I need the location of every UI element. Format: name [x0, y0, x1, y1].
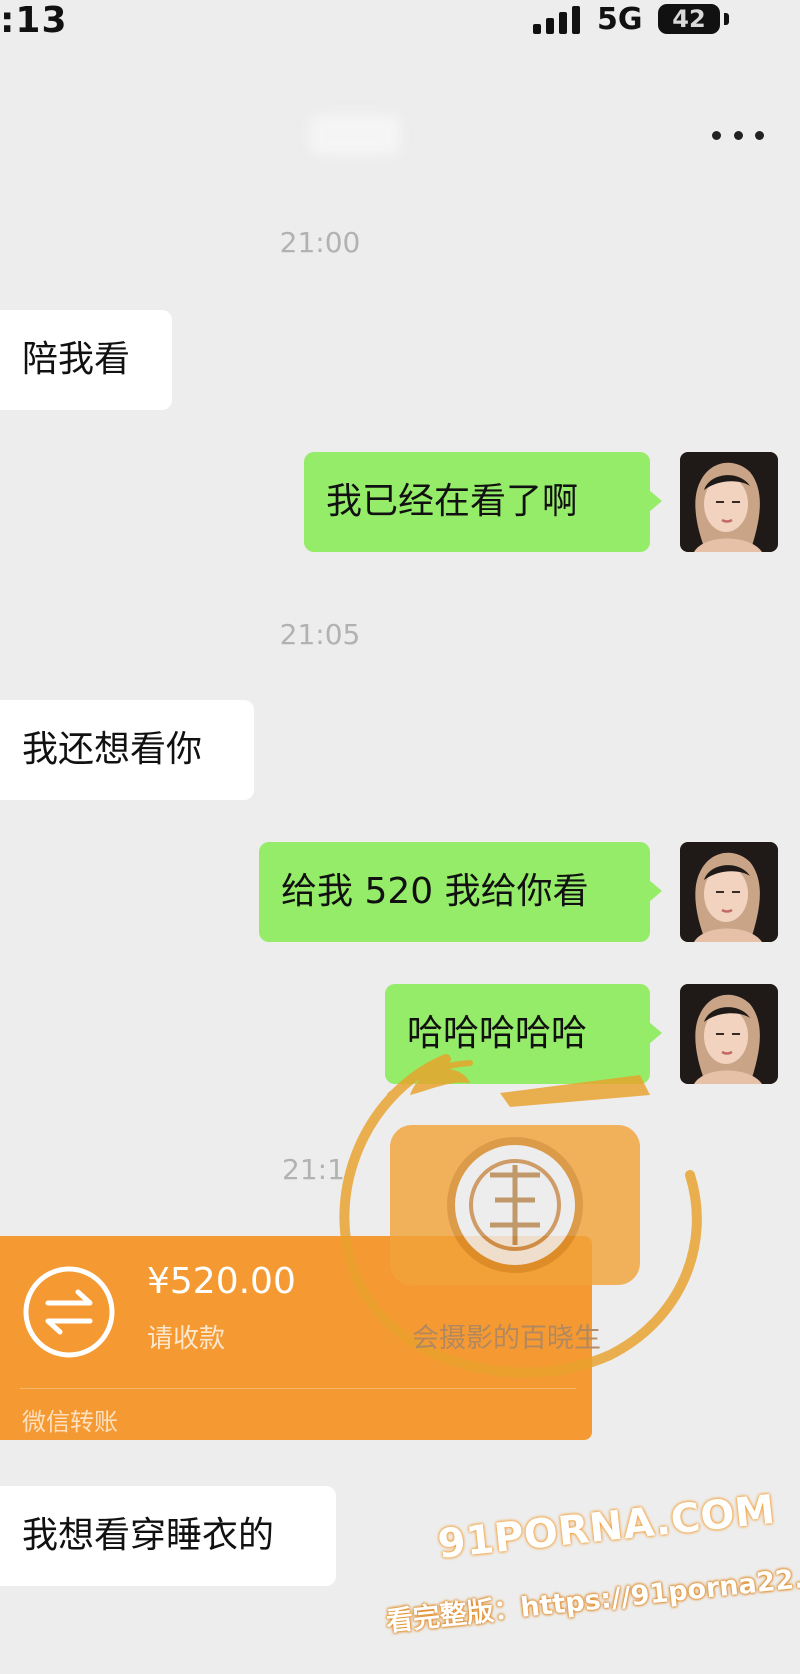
transfer-brand-label: 微信转账 [22, 1408, 118, 1436]
transfer-amount: ¥520.00 [147, 1261, 296, 1302]
contact-name [310, 115, 400, 155]
avatar-photo-icon [680, 842, 778, 942]
battery-level: 42 [672, 5, 706, 33]
message-timestamp: 21:00 [279, 226, 361, 259]
more-dot-icon [755, 130, 764, 140]
message-bubble-received[interactable]: 陪我看 [0, 310, 172, 410]
battery-tip [724, 13, 729, 25]
status-time: :13 [0, 0, 68, 41]
signal-strength-icon [533, 6, 583, 34]
network-type: 5G [597, 2, 643, 37]
message-bubble-received[interactable]: 我想看穿睡衣的 [0, 1486, 336, 1586]
site-logo-watermark: 91PORNA.COM [435, 1486, 778, 1568]
transfer-arrows-icon [22, 1265, 116, 1359]
more-dot-icon [733, 130, 743, 140]
message-timestamp: 21:05 [279, 618, 361, 651]
message-bubble-sent[interactable]: 给我 520 我给你看 [259, 842, 662, 942]
transfer-note: 请收款 [147, 1324, 226, 1354]
message-bubble-received[interactable]: 我还想看你 [0, 700, 254, 800]
battery-icon: 42 [658, 4, 720, 34]
my-avatar[interactable] [680, 842, 778, 942]
more-dot-icon [712, 130, 721, 140]
message-bubble-sent[interactable]: 我已经在看了啊 [304, 452, 662, 552]
avatar-photo-icon [680, 452, 778, 552]
seal-caption: 会摄影的百晓生 [412, 1323, 601, 1354]
my-avatar[interactable] [680, 452, 778, 552]
more-options-button[interactable] [712, 115, 764, 155]
